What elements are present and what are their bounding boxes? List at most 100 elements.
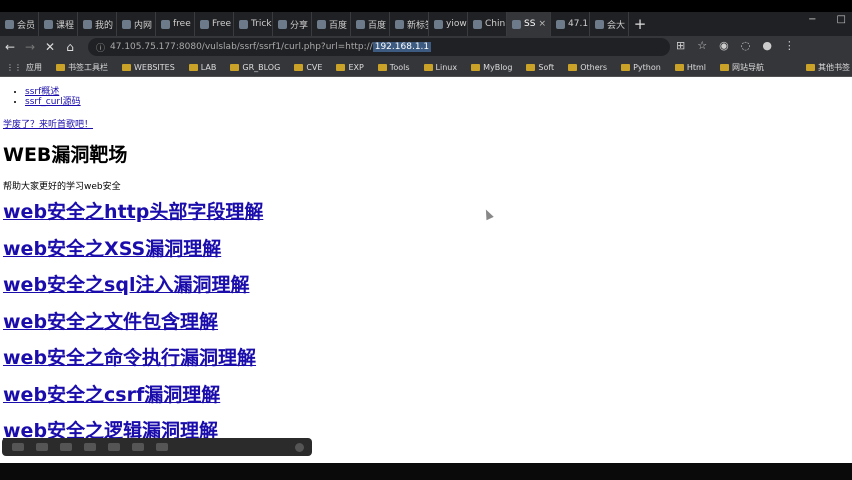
tab[interactable]: 课程 [39,12,78,36]
article-heading: web安全之命令执行漏洞理解 [3,340,852,377]
taskbar-app-icon[interactable] [156,443,168,451]
bookmark-folder[interactable]: Others [568,63,607,72]
bookmark-label: Others [580,62,608,72]
tab-label: 会大 [607,20,626,31]
article-link[interactable]: web安全之文件包含理解 [3,311,218,333]
folder-icon [471,63,481,71]
bookmark-folder[interactable]: 网站导航 [720,62,764,73]
home-icon[interactable]: ⌂ [60,40,80,54]
tab[interactable]: 47.1 [551,12,590,36]
tab-label: 内网 [134,20,153,31]
bookmark-folder[interactable]: LAB [188,62,217,72]
bookmark-label: Soft [538,62,555,72]
bookmark-star-icon[interactable]: ☆ [697,39,707,52]
folder-icon [230,63,240,71]
tab-label: Free [212,19,232,29]
tab-active[interactable]: SS × [507,12,551,36]
new-tab-button[interactable]: + [629,15,651,33]
article-link[interactable]: web安全之XSS漏洞理解 [3,238,221,260]
tab-favicon-icon [161,19,170,29]
folder-icon [122,63,131,71]
tab[interactable]: 百度 [351,12,390,36]
other-bookmarks[interactable]: 其他书签 [806,62,850,73]
list-item: ssrf_curl源码 [25,97,852,107]
forward-arrow-icon[interactable]: → [20,40,40,54]
close-tab-icon[interactable]: × [538,19,550,29]
info-icon[interactable]: ⓘ [96,41,105,54]
tab-favicon-icon [473,19,482,29]
bookmark-folder[interactable]: Linux [423,62,458,72]
bookmark-folder[interactable]: WEBSITES [122,63,175,72]
bookmark-folder[interactable]: Python [621,63,661,72]
maximize-icon[interactable]: □ [837,14,846,25]
bookmark-label: EXP [348,62,364,72]
ssrf-overview-link[interactable]: ssrf概述 [25,87,59,97]
bookmark-label: LAB [200,62,217,72]
tab-label: 会员 [17,20,36,31]
bookmark-folder[interactable]: Tools [377,63,410,72]
bookmark-folder[interactable]: Html [674,62,706,72]
article-link[interactable]: web安全之csrf漏洞理解 [3,384,220,406]
tab[interactable]: Chin [468,12,507,36]
bookmark-folder[interactable]: Soft [526,63,554,72]
article-link[interactable]: web安全之sql注入漏洞理解 [3,274,249,296]
taskbar-app-icon[interactable] [36,443,48,451]
tab[interactable]: free [156,12,195,36]
tab[interactable]: yiow [429,12,468,36]
tab-favicon-icon [278,19,287,29]
taskbar-app-icon[interactable] [12,443,24,451]
tab[interactable]: Trick [234,12,273,36]
menu-icon[interactable]: ⋮ [784,39,795,52]
tab-label: 百度 [368,20,387,31]
tab[interactable]: 内网 [117,12,156,36]
bookmark-label: Html [686,62,706,72]
article-link[interactable]: web安全之命令执行漏洞理解 [3,347,256,369]
power-icon[interactable] [295,442,304,452]
tab[interactable]: Free [195,12,234,36]
tab-favicon-icon [595,19,604,29]
bookmark-folder[interactable]: MyBlog [471,63,512,72]
folder-icon [188,63,198,71]
bottom-bar [0,463,852,480]
bookmark-label: 书签工具栏 [68,62,108,72]
article-heading: web安全之XSS漏洞理解 [3,231,852,268]
taskbar-app-icon[interactable] [84,443,96,451]
profile-icon[interactable]: ● [762,39,772,52]
article-link[interactable]: web安全之http头部字段理解 [3,201,263,223]
tab-label: 分享 [290,20,309,31]
extension-icon[interactable]: ◌ [741,39,751,52]
stop-icon[interactable]: ✕ [40,40,60,54]
tab[interactable]: 会大 [590,12,629,36]
tab[interactable]: 分享 [273,12,312,36]
bookmark-folder[interactable]: GR_BLOG [230,63,280,72]
address-bar[interactable]: ⓘ 47.105.75.177:8080/vulslab/ssrf/ssrf1/… [88,38,670,56]
extension-icon[interactable]: ◉ [719,39,729,52]
tab[interactable]: 会员 [0,12,39,36]
window-controls: − □ [808,14,846,25]
folder-icon [294,63,304,71]
tab[interactable]: 百度 [312,12,351,36]
browser-toolbar: ← → ✕ ⌂ ⓘ 47.105.75.177:8080/vulslab/ssr… [0,36,852,58]
taskbar-app-icon[interactable] [132,443,144,451]
floating-taskbar [2,438,312,456]
bookmark-label: Linux [435,62,458,72]
back-arrow-icon[interactable]: ← [0,40,20,54]
song-link[interactable]: 学废了？来听首歌吧！ [3,120,93,130]
translate-icon[interactable]: ⊞ [676,39,685,52]
tab-favicon-icon [395,19,404,29]
tab-favicon-icon [512,19,521,29]
toolbar-actions: ⊞ ☆ ◉ ◌ ● ⋮ [676,39,795,52]
tab-label: 新标签页 [407,20,428,31]
folder-icon [806,63,815,71]
taskbar-app-icon[interactable] [60,443,72,451]
apps-button[interactable]: ⋮⋮ 应用 [6,62,42,73]
bookmark-folder[interactable]: 书签工具栏 [56,62,108,73]
minimize-icon[interactable]: − [808,14,816,25]
tab[interactable]: 新标签页 [390,12,429,36]
bookmark-folder[interactable]: EXP [336,62,364,72]
ssrf-source-link[interactable]: ssrf_curl源码 [25,97,81,107]
tab[interactable]: 我的 [78,12,117,36]
taskbar-app-icon[interactable] [108,443,120,451]
bookmark-folder[interactable]: CVE [294,63,322,72]
folder-icon [568,63,578,71]
